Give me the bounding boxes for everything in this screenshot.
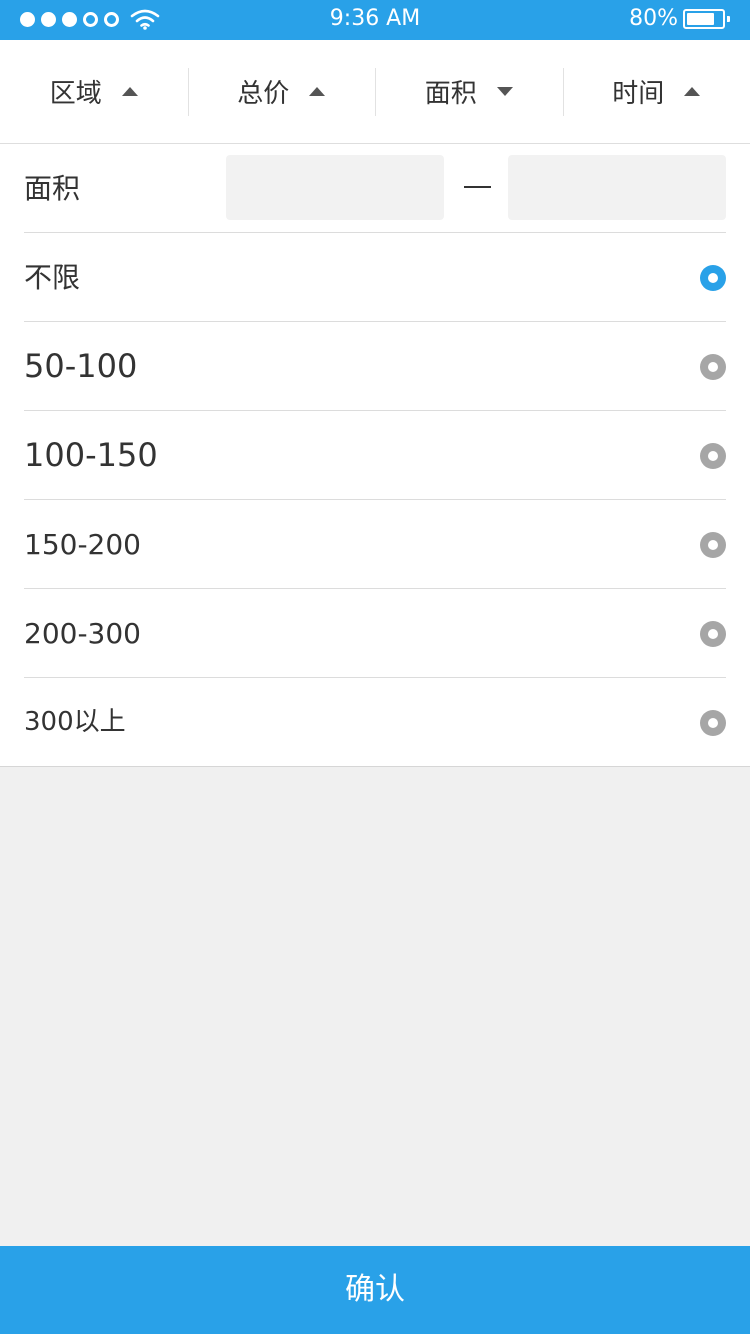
battery-tip	[727, 16, 730, 22]
radio-icon[interactable]	[700, 443, 726, 469]
battery-level	[687, 13, 715, 25]
option-50-100[interactable]: 50-100	[24, 322, 726, 411]
filter-tab-label: 总价	[237, 79, 290, 109]
option-label: 不限	[24, 261, 81, 294]
filter-tab-label: 面积	[424, 79, 477, 109]
option-150-200[interactable]: 150-200	[24, 500, 726, 589]
filter-tab-total-price[interactable]: 总价	[187, 40, 376, 143]
status-bar: 9:36 AM 80%	[0, 0, 750, 40]
caret-up-icon	[309, 87, 326, 96]
caret-down-icon	[496, 87, 513, 96]
area-min-input[interactable]	[226, 155, 444, 220]
radio-icon[interactable]	[700, 265, 726, 291]
confirm-button[interactable]: 确认	[0, 1246, 750, 1334]
area-range-label: 面积	[24, 172, 81, 205]
filter-tab-area[interactable]: 面积	[375, 40, 563, 143]
area-range-row: 面积	[24, 144, 726, 233]
option-300-plus[interactable]: 300以上	[24, 678, 726, 767]
caret-up-icon	[684, 87, 701, 96]
option-unlimited[interactable]: 不限	[24, 233, 726, 322]
radio-icon[interactable]	[700, 621, 726, 647]
caret-up-icon	[121, 87, 138, 96]
filter-tab-label: 区域	[49, 79, 102, 109]
battery-percentage: 80%	[629, 6, 678, 31]
option-100-150[interactable]: 100-150	[24, 411, 726, 500]
filter-bar: 区域 总价 面积 时间	[0, 40, 750, 144]
filter-tab-time[interactable]: 时间	[562, 40, 750, 143]
option-label: 300以上	[24, 707, 126, 737]
option-200-300[interactable]: 200-300	[24, 589, 726, 678]
option-label: 200-300	[24, 617, 141, 650]
radio-icon[interactable]	[700, 710, 726, 736]
filter-tab-region[interactable]: 区域	[0, 40, 188, 143]
filter-tab-label: 时间	[612, 79, 665, 109]
option-label: 150-200	[24, 528, 141, 561]
area-filter-panel: 面积 不限 50-100 100-150 150-200 200-300 300…	[0, 144, 750, 767]
option-label: 50-100	[24, 347, 138, 385]
option-label: 100-150	[24, 436, 158, 474]
range-separator	[464, 186, 491, 188]
battery-icon	[683, 9, 725, 29]
radio-icon[interactable]	[700, 532, 726, 558]
screen: 9:36 AM 80% 区域 总价 面积 时间 面积 不限 50-100 100…	[0, 0, 750, 1334]
area-max-input[interactable]	[508, 155, 726, 220]
radio-icon[interactable]	[700, 354, 726, 380]
